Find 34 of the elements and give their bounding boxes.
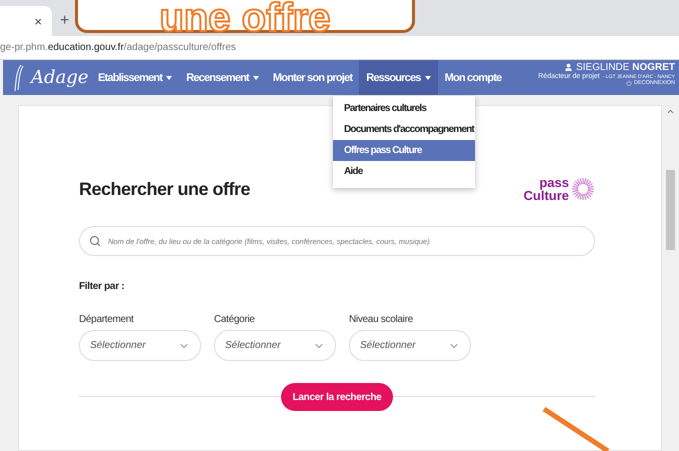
nav-item[interactable]: Ressources xyxy=(359,60,438,95)
logo[interactable]: Adage xyxy=(31,67,88,88)
search-button[interactable]: Lancer la recherche xyxy=(280,383,394,411)
user-icon xyxy=(564,63,574,72)
search-icon xyxy=(89,235,101,247)
close-icon[interactable]: × xyxy=(34,14,42,28)
filter-label: Niveau scolaire xyxy=(349,314,414,325)
scroll-up-icon[interactable] xyxy=(666,107,675,116)
page-title: Rechercher une offre xyxy=(79,178,250,200)
nav-item[interactable]: Etablissement xyxy=(91,60,180,95)
logo-word: Culture xyxy=(524,189,569,202)
feather-icon xyxy=(13,64,25,92)
select-field[interactable]: Sélectionner xyxy=(349,330,471,361)
nav-item[interactable]: Mon compte xyxy=(438,60,508,95)
user-name: SIEGLINDE NOGRET xyxy=(576,62,675,73)
select-field[interactable]: Sélectionner xyxy=(79,330,201,361)
filter-label: Département xyxy=(79,314,135,325)
logo-word: pass xyxy=(539,176,569,189)
menu-item[interactable]: Partenaires culturels xyxy=(333,98,475,119)
menu-item[interactable]: Offres pass Culture xyxy=(333,140,475,161)
nav-item[interactable]: Monter son projet xyxy=(266,60,360,95)
filter-label: Catégorie xyxy=(214,314,256,325)
callout-text: une offre xyxy=(159,0,331,38)
scroll-thumb[interactable] xyxy=(666,170,675,250)
menu-item[interactable]: Documents d'accompagnement xyxy=(333,119,475,140)
nav-item[interactable]: Recensement xyxy=(179,60,266,95)
new-tab-button[interactable]: + xyxy=(60,12,70,30)
filter-label: Filter par : xyxy=(79,281,126,292)
menu-item[interactable]: Aide xyxy=(333,161,475,182)
sunburst-icon xyxy=(571,177,595,201)
power-icon xyxy=(626,80,632,86)
address-bar[interactable]: ge-pr.phm.education.gouv.fr/adage/passculture/offres xyxy=(0,42,236,53)
browser-tab[interactable]: × xyxy=(0,6,52,36)
select-field[interactable]: Sélectionner xyxy=(214,330,336,361)
